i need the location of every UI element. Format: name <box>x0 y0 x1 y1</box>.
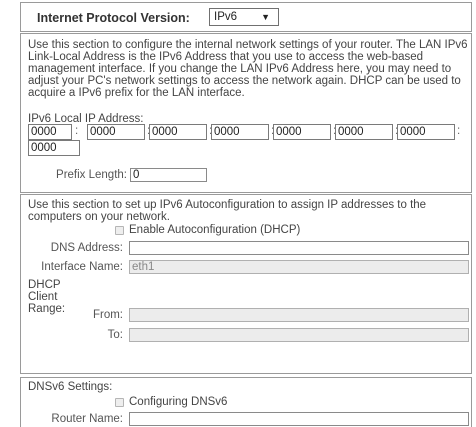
ip-segment-8[interactable]: 0000 <box>28 140 80 156</box>
dns-address-label: DNS Address: <box>50 242 123 254</box>
range-from-label: From: <box>92 309 123 321</box>
protocol-version-select[interactable]: IPv6 ▼ <box>209 8 279 26</box>
enable-autoconfig-label: Enable Autoconfiguration (DHCP) <box>129 224 301 236</box>
lan-settings-section: Use this section to configure the intern… <box>20 33 472 193</box>
protocol-version-section: Internet Protocol Version: IPv6 ▼ <box>20 2 472 32</box>
router-name-label: Router Name: <box>51 413 123 425</box>
lan-description: Use this section to configure the intern… <box>28 39 468 99</box>
range-to-label: To: <box>107 329 123 341</box>
interface-name-label: Interface Name: <box>41 261 123 273</box>
enable-autoconfig-checkbox[interactable] <box>115 226 124 235</box>
dropdown-arrow-icon: ▼ <box>261 12 270 22</box>
ip-segment-2[interactable]: 0000 <box>87 124 145 140</box>
ip-segment-3[interactable]: 0000 <box>149 124 207 140</box>
range-to-input[interactable] <box>129 328 469 342</box>
protocol-version-label: Internet Protocol Version: <box>37 11 190 25</box>
ip-segment-7[interactable]: 0000 <box>397 124 455 140</box>
autoconfig-section: Use this section to set up IPv6 Autoconf… <box>20 194 472 374</box>
ip-segment-5[interactable]: 0000 <box>273 124 331 140</box>
dnsv6-settings-label: DNSv6 Settings: <box>28 381 113 393</box>
ip-segment-6[interactable]: 0000 <box>335 124 393 140</box>
router-name-input[interactable] <box>129 412 469 426</box>
dnsv6-section: DNSv6 Settings: Configuring DNSv6 Router… <box>20 377 472 427</box>
configuring-dnsv6-label: Configuring DNSv6 <box>129 396 228 408</box>
ip-separator: : <box>75 125 79 137</box>
dns-address-input[interactable] <box>129 241 469 255</box>
autoconfig-description: Use this section to set up IPv6 Autoconf… <box>28 199 427 223</box>
ip-segment-4[interactable]: 0000 <box>211 124 269 140</box>
interface-name-input[interactable]: eth1 <box>129 260 469 274</box>
ip-separator: : <box>457 125 461 137</box>
protocol-version-value: IPv6 <box>214 11 238 23</box>
ip-segment-1[interactable]: 0000 <box>28 124 72 140</box>
range-from-input[interactable] <box>129 308 469 322</box>
ipv6-settings-panel: Internet Protocol Version: IPv6 ▼ Use th… <box>0 0 474 427</box>
prefix-length-label: Prefix Length: <box>56 169 127 181</box>
configuring-dnsv6-checkbox[interactable] <box>115 398 124 407</box>
prefix-length-input[interactable]: 0 <box>130 168 207 182</box>
